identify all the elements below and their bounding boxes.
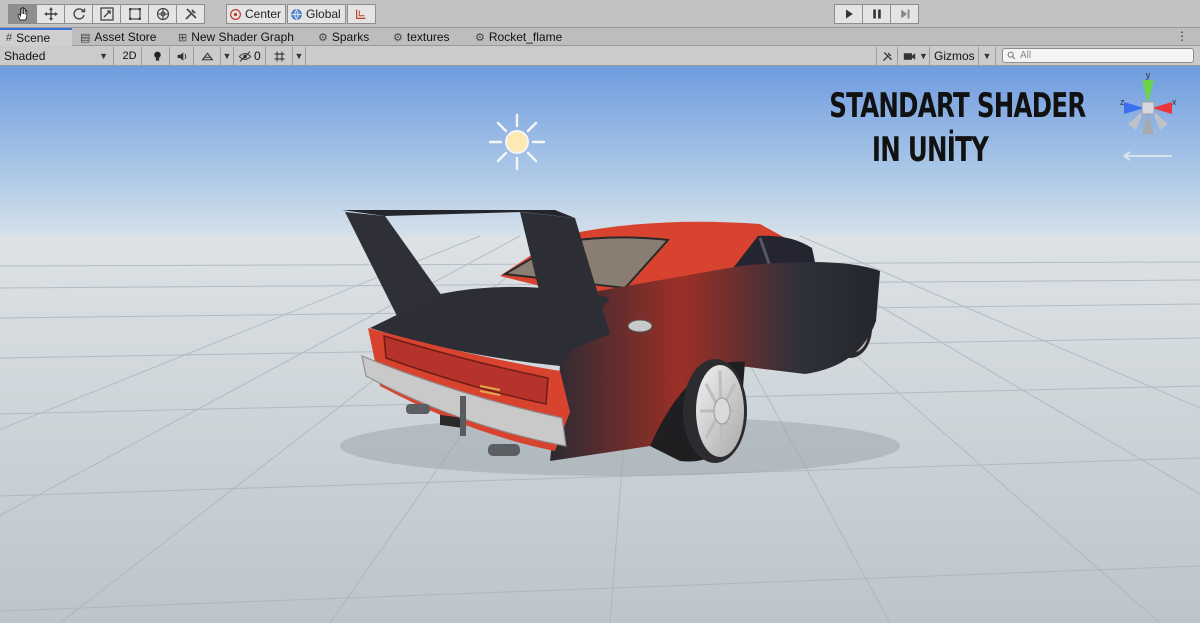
audio-toggle[interactable] xyxy=(172,47,194,65)
pivot-global-label: Global xyxy=(306,7,341,21)
tutorial-title-overlay: STANDART SHADER IN UNİTY xyxy=(829,84,1086,172)
grid-dropdown[interactable]: ▼ xyxy=(292,47,306,65)
effects-toggle[interactable] xyxy=(196,47,218,65)
tab-scene[interactable]: # Scene xyxy=(0,28,72,46)
lightbulb-icon xyxy=(154,51,161,61)
hidden-objects-toggle[interactable]: 0 xyxy=(238,47,266,65)
sun-light-icon[interactable] xyxy=(488,113,546,171)
pivot-center-button[interactable]: Center xyxy=(226,4,287,24)
custom-tool-button[interactable] xyxy=(176,4,205,24)
pause-icon xyxy=(872,9,881,19)
grid-icon: # xyxy=(6,32,13,44)
step-button[interactable] xyxy=(890,4,919,24)
pause-button[interactable] xyxy=(862,4,891,24)
title-line-2: IN UNİTY xyxy=(871,130,989,170)
search-placeholder: All xyxy=(1020,50,1032,61)
draw-mode-value: Shaded xyxy=(4,49,46,63)
rect-transform-icon xyxy=(128,8,141,20)
scene-viewport[interactable]: y z x STANDART SHADER IN UNİTY xyxy=(0,66,1200,623)
shader-icon: ⚙ xyxy=(318,31,328,44)
tab-asset-store-label: Asset Store xyxy=(94,30,157,44)
tab-sparks[interactable]: ⚙ Sparks xyxy=(318,28,369,46)
shader-icon: ⚙ xyxy=(475,31,485,44)
transform-icon xyxy=(156,7,169,21)
tab-asset-store[interactable]: ▤ Asset Store xyxy=(80,28,156,46)
grid-toggle[interactable] xyxy=(268,47,290,65)
hidden-objects-count: 0 xyxy=(254,49,261,63)
tab-rocket-flame[interactable]: ⚙ Rocket_flame xyxy=(475,28,562,46)
search-icon xyxy=(1007,51,1016,60)
globe-icon xyxy=(291,8,302,20)
pivot-center-label: Center xyxy=(245,7,282,21)
camera-icon xyxy=(903,52,916,60)
grid-snap-button[interactable] xyxy=(346,4,376,24)
grid-snap-icon xyxy=(356,9,366,19)
tab-textures[interactable]: ⚙ textures xyxy=(393,28,450,46)
scene-toolbar: Shaded ▼ 2D ▼ 0 ▼ ▼ Gizmos ▼ All xyxy=(0,46,1200,66)
lighting-toggle[interactable] xyxy=(146,47,170,65)
scene-search-field[interactable]: All xyxy=(1002,48,1194,63)
effects-icon xyxy=(201,51,213,60)
tools-icon xyxy=(184,8,197,20)
tab-new-shader-graph[interactable]: ⊞ New Shader Graph xyxy=(178,28,294,46)
move-tool-button[interactable] xyxy=(36,4,65,24)
tab-scene-label: Scene xyxy=(16,31,51,45)
axis-z-label: z xyxy=(1120,97,1125,107)
transform-tool-button[interactable] xyxy=(148,4,177,24)
store-icon: ▤ xyxy=(80,31,91,44)
scale-tool-button[interactable] xyxy=(92,4,121,24)
play-button[interactable] xyxy=(834,4,863,24)
chevron-down-icon: ▼ xyxy=(99,51,108,61)
gizmos-dropdown[interactable]: ▼ xyxy=(978,47,996,65)
speaker-icon xyxy=(177,51,187,61)
transform-tools xyxy=(8,4,205,24)
axis-y-label: y xyxy=(1146,70,1151,80)
play-icon xyxy=(845,9,853,19)
step-icon xyxy=(900,9,909,19)
axis-x-label: x xyxy=(1172,97,1177,107)
more-options-icon[interactable]: ⋮ xyxy=(1176,29,1188,43)
hand-tool-button[interactable] xyxy=(8,4,37,24)
gizmos-label: Gizmos xyxy=(934,49,975,63)
pivot-controls: Center Global xyxy=(226,4,376,24)
tab-new-shader-graph-label: New Shader Graph xyxy=(191,30,294,44)
tab-rocket-flame-label: Rocket_flame xyxy=(488,30,563,44)
scene-tools-button[interactable] xyxy=(876,47,898,65)
rect-tool-button[interactable] xyxy=(120,4,149,24)
camera-dropdown[interactable]: ▼ xyxy=(900,47,930,65)
tab-textures-label: textures xyxy=(406,30,450,44)
main-toolbar: Center Global xyxy=(0,0,1200,28)
tools-icon xyxy=(882,51,892,61)
chevron-down-icon: ▼ xyxy=(982,51,992,61)
effects-dropdown[interactable]: ▼ xyxy=(220,47,234,65)
pivot-center-icon xyxy=(230,8,241,20)
chevron-down-icon: ▼ xyxy=(919,51,928,61)
2d-toggle-label: 2D xyxy=(122,50,137,62)
move-icon xyxy=(43,7,58,21)
shader-icon: ⚙ xyxy=(393,31,403,44)
eye-slash-icon xyxy=(238,50,252,62)
title-line-1: STANDART SHADER xyxy=(829,86,1086,126)
graph-icon: ⊞ xyxy=(178,31,188,44)
pivot-global-button[interactable]: Global xyxy=(287,4,346,24)
grid-icon xyxy=(274,51,284,61)
chevron-down-icon: ▼ xyxy=(222,51,232,61)
scale-icon xyxy=(99,7,114,21)
chevron-down-icon: ▼ xyxy=(294,51,304,61)
hand-icon xyxy=(17,7,27,21)
rotate-tool-button[interactable] xyxy=(64,4,93,24)
playmode-controls xyxy=(834,4,919,24)
rotate-icon xyxy=(72,8,85,20)
gizmos-button[interactable]: Gizmos xyxy=(932,47,978,65)
editor-tabbar: # Scene ▤ Asset Store ⊞ New Shader Graph… xyxy=(0,28,1200,46)
2d-toggle-button[interactable]: 2D xyxy=(118,47,142,65)
draw-mode-dropdown[interactable]: Shaded ▼ xyxy=(0,47,114,65)
tab-sparks-label: Sparks xyxy=(331,30,370,44)
